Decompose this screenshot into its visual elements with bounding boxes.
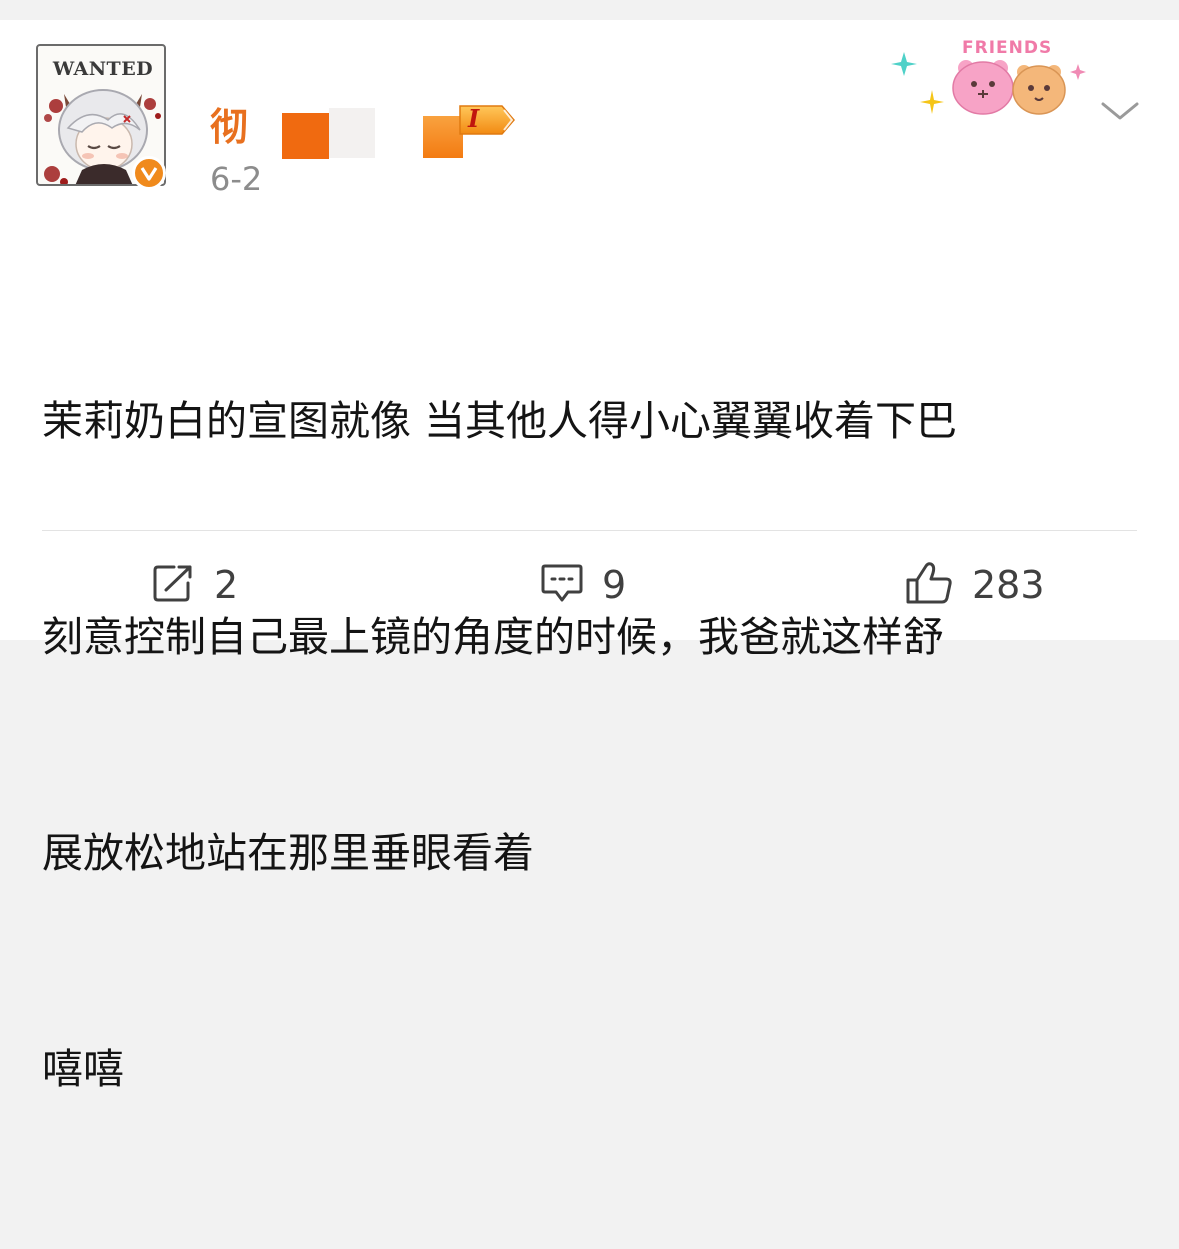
post-time: 6-2 (210, 160, 263, 198)
member-badge[interactable]: I (458, 102, 518, 138)
redaction-block (282, 113, 329, 159)
share-icon (152, 563, 196, 607)
post-line: 嘻嘻 (42, 1045, 124, 1093)
comment-icon (540, 562, 584, 608)
share-count: 2 (214, 563, 239, 607)
post-line: 茉莉奶白的宣图就像 当其他人得小心翼翼收着下巴 (42, 397, 958, 445)
redaction-block (329, 108, 375, 158)
post-line: 刻意控制自己最上镜的角度的时候，我爸就这样舒 (42, 613, 944, 661)
like-icon (904, 560, 954, 610)
comment-button[interactable]: 9 (540, 560, 626, 610)
user-name[interactable]: 彻 (210, 96, 248, 151)
share-button[interactable]: 2 (152, 560, 238, 610)
redaction-block (423, 116, 463, 158)
verified-icon (132, 156, 166, 190)
avatar[interactable]: WANTED (36, 44, 172, 190)
like-button[interactable]: 283 (904, 560, 1045, 610)
friends-text: FRIENDS (962, 38, 1053, 58)
post-text: 茉莉奶白的宣图就像 当其他人得小心翼翼收着下巴 刻意控制自己最上镜的角度的时候，… (42, 241, 1132, 1249)
like-count: 283 (972, 563, 1045, 607)
friends-card-decoration: FRIENDS (888, 38, 1098, 138)
comment-count: 9 (602, 563, 627, 607)
divider (42, 530, 1137, 531)
post-line: 展放松地站在那里垂眼看着 (42, 829, 534, 877)
chevron-down-icon[interactable] (1100, 96, 1140, 126)
wanted-label: WANTED (52, 58, 154, 80)
post-card: WANTED 彻 I 6-2 FRIENDS 茉莉奶白的宣图就像 当其他人得小心… (0, 20, 1179, 1093)
member-badge-text: I (468, 104, 480, 133)
